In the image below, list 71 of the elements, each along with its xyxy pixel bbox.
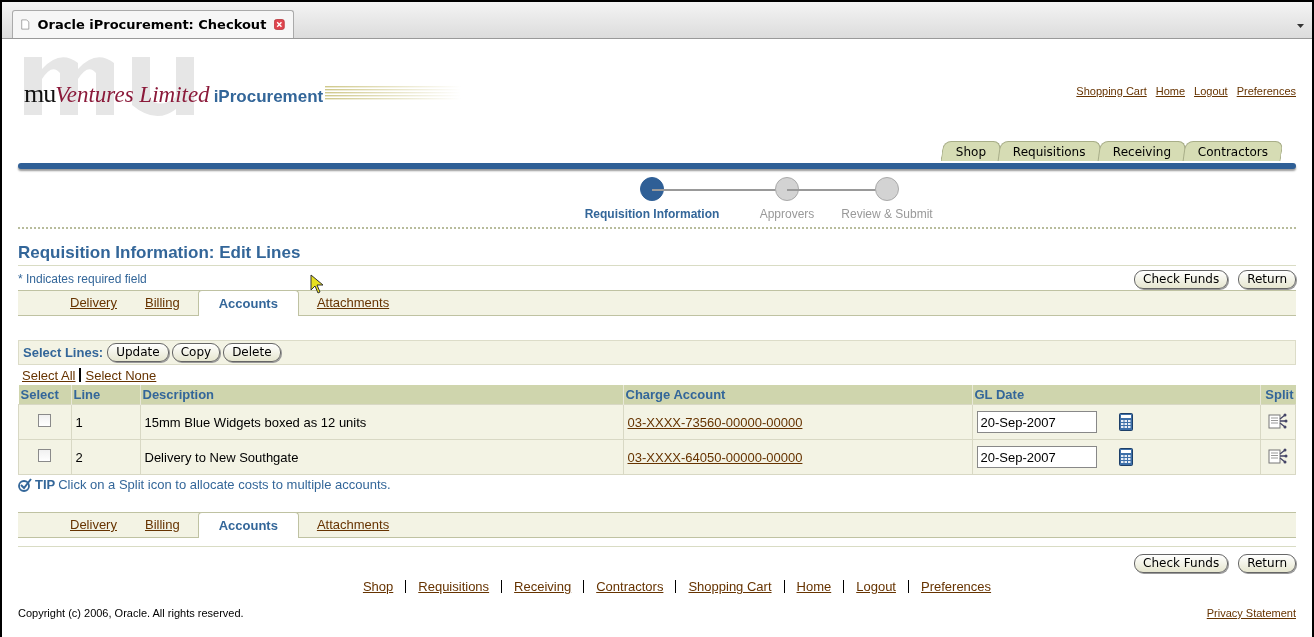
- action-button[interactable]: Return: [1238, 554, 1296, 573]
- split-icon[interactable]: [1267, 446, 1288, 465]
- nav-tab[interactable]: Requisitions: [997, 141, 1102, 161]
- company-name: Ventures Limited: [55, 82, 210, 108]
- global-link[interactable]: Logout: [1194, 85, 1228, 97]
- tip-label: TIP: [35, 477, 56, 492]
- table-cell: 1: [71, 404, 140, 440]
- action-button[interactable]: Check Funds: [1134, 554, 1229, 573]
- subtab[interactable]: Attachments: [302, 291, 404, 315]
- table-cell: Delivery to New Southgate: [140, 439, 623, 475]
- nav-tab[interactable]: Shop: [940, 141, 1002, 161]
- footer-link[interactable]: Requisitions: [418, 579, 490, 594]
- subtab[interactable]: Accounts: [197, 512, 299, 538]
- action-button[interactable]: Return: [1238, 269, 1296, 289]
- date-field[interactable]: 20-Sep-2007: [976, 446, 1097, 468]
- action-button[interactable]: Update: [107, 343, 169, 362]
- action-button[interactable]: Check Funds: [1134, 269, 1229, 289]
- footer-link[interactable]: Receiving: [514, 579, 572, 594]
- close-icon[interactable]: [274, 17, 285, 32]
- column-header: Split: [1260, 385, 1296, 405]
- train-step-label: Approvers: [759, 207, 815, 221]
- subtab[interactable]: Accounts: [197, 290, 299, 316]
- footer-link[interactable]: Home: [796, 579, 832, 594]
- column-header: Charge Account: [623, 385, 972, 405]
- footer-link[interactable]: Contractors: [596, 579, 664, 594]
- nav-tab[interactable]: Contractors: [1182, 141, 1284, 161]
- nav-tab[interactable]: Receiving: [1097, 141, 1187, 161]
- calendar-icon[interactable]: [1118, 413, 1133, 431]
- subtab[interactable]: Billing: [130, 513, 194, 537]
- tab-title: Oracle iProcurement: Checkout: [37, 17, 267, 32]
- footer-link[interactable]: Preferences: [921, 579, 992, 594]
- footer-link[interactable]: Shopping Cart: [688, 579, 772, 594]
- logo-mark: mu: [24, 79, 56, 109]
- column-header: Select: [18, 385, 71, 405]
- required-field-note: * Indicates required field: [18, 272, 147, 286]
- select-link[interactable]: Select All: [22, 367, 76, 383]
- action-button[interactable]: Delete: [223, 343, 281, 362]
- column-header: GL Date: [972, 385, 1260, 405]
- product-name: iProcurement: [213, 87, 324, 107]
- browser-tab[interactable]: Oracle iProcurement: Checkout: [12, 10, 294, 38]
- copyright-text: Copyright (c) 2006, Oracle. All rights reserved.: [18, 607, 244, 619]
- subtab[interactable]: Delivery: [56, 291, 131, 315]
- row-checkbox[interactable]: [38, 414, 52, 427]
- global-link[interactable]: Home: [1155, 85, 1186, 97]
- column-header: Line: [71, 385, 140, 405]
- subtab[interactable]: Billing: [130, 291, 194, 315]
- global-link[interactable]: Shopping Cart: [1076, 85, 1147, 97]
- row-checkbox[interactable]: [38, 449, 52, 462]
- page-title: Requisition Information: Edit Lines: [18, 243, 1296, 266]
- privacy-link[interactable]: Privacy Statement: [1206, 607, 1296, 619]
- split-icon[interactable]: [1267, 411, 1288, 430]
- dropdown-arrow-icon[interactable]: [1297, 24, 1304, 28]
- column-header: Description: [140, 385, 623, 405]
- subtab[interactable]: Attachments: [302, 513, 404, 537]
- subtab[interactable]: Delivery: [56, 513, 131, 537]
- cursor-icon: [310, 274, 324, 294]
- select-lines-label: Select Lines:: [23, 345, 104, 360]
- tip-text: Click on a Split icon to allocate costs to multiple accounts.: [58, 477, 391, 492]
- select-link[interactable]: Select None: [85, 367, 157, 383]
- train-step-label: Requisition Information: [584, 207, 720, 221]
- footer-link[interactable]: Logout: [856, 579, 896, 594]
- train-step-label: Review & Submit: [841, 207, 933, 221]
- global-link[interactable]: Preferences: [1236, 85, 1296, 97]
- table-cell: 2: [71, 439, 140, 475]
- check-icon: [18, 477, 32, 492]
- document-icon: [21, 17, 30, 32]
- calendar-icon[interactable]: [1118, 448, 1133, 466]
- date-field[interactable]: 20-Sep-2007: [976, 411, 1097, 433]
- footer-link[interactable]: Shop: [362, 579, 394, 594]
- action-button[interactable]: Copy: [171, 343, 221, 362]
- table-cell: 15mm Blue Widgets boxed as 12 units: [140, 404, 623, 440]
